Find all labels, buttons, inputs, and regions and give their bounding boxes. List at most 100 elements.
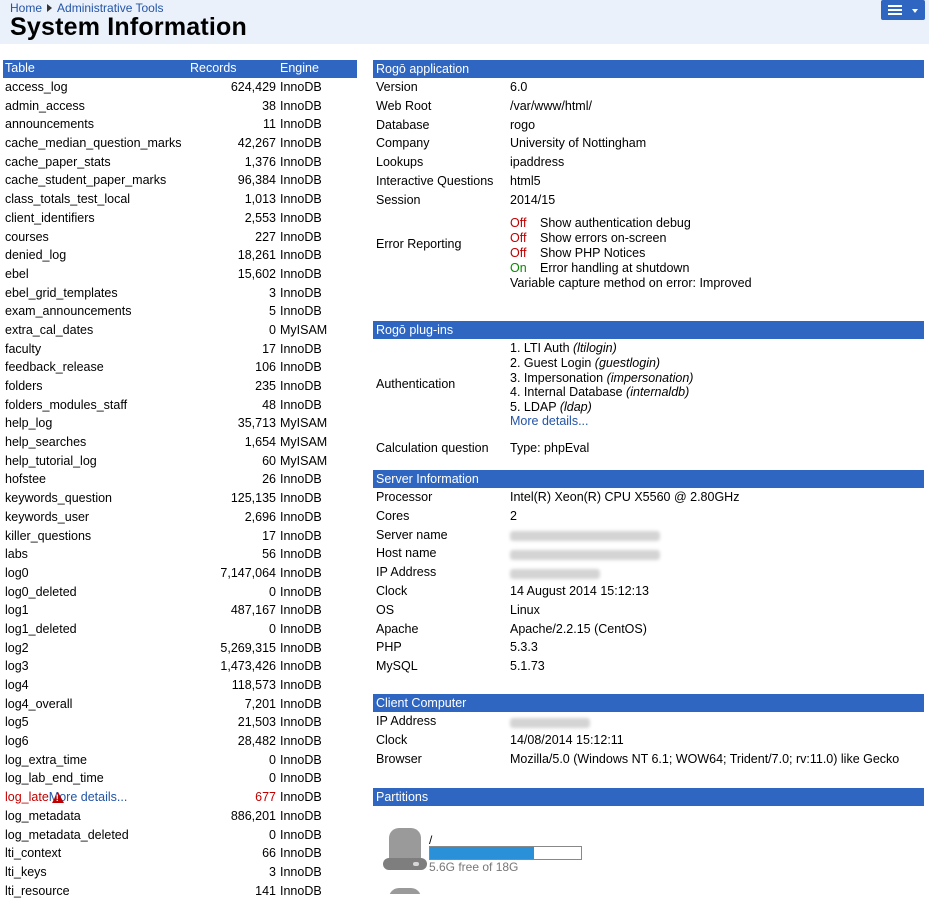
- table-row: keywords_user 2,696 InnoDB: [3, 508, 357, 527]
- rogo-application-heading: Rogō application: [373, 60, 924, 78]
- info-label: PHP: [376, 640, 402, 655]
- client-computer-section: Client Computer IP Address Clock 14/08/201…: [373, 694, 924, 768]
- info-row: MySQL 5.1.73: [373, 657, 924, 676]
- engine-name: InnoDB: [280, 565, 322, 580]
- breadcrumb-separator-icon: [47, 4, 53, 12]
- table-name: cache_median_question_marks: [5, 136, 182, 151]
- table-row: client_identifiers 2,553 InnoDB: [3, 209, 357, 228]
- table-name: keywords_user: [5, 509, 90, 524]
- partitions-section: Partitions /5.6G free of 18G/dev/shm: [373, 788, 924, 894]
- table-row: faculty 17 InnoDB: [3, 340, 357, 359]
- info-label: Company: [376, 136, 430, 151]
- error-setting-label: Show authentication debug: [540, 215, 691, 230]
- info-value: html5: [510, 173, 541, 188]
- info-value: [510, 546, 660, 561]
- table-row: courses 227 InnoDB: [3, 228, 357, 247]
- table-row: log_extra_time 0 InnoDB: [3, 751, 357, 770]
- partition-usage-bar: [429, 846, 582, 860]
- engine-name: InnoDB: [280, 864, 322, 879]
- engine-name: InnoDB: [280, 696, 322, 711]
- engine-name: InnoDB: [280, 790, 322, 805]
- record-count: 227: [255, 229, 276, 244]
- error-setting: Off Show authentication debug: [510, 216, 691, 231]
- record-count: 38: [262, 98, 276, 113]
- record-count: 0: [269, 584, 276, 599]
- engine-name: MyISAM: [280, 453, 328, 468]
- disk-icon: [383, 888, 427, 894]
- table-name: log4: [5, 678, 29, 692]
- engine-name: InnoDB: [280, 472, 322, 487]
- engine-name: InnoDB: [280, 846, 322, 861]
- record-count: 18,261: [237, 248, 276, 263]
- table-row: log1_deleted 0 InnoDB: [3, 620, 357, 639]
- info-value: /var/www/html/: [510, 98, 592, 113]
- main-menu-button[interactable]: [881, 0, 925, 20]
- records-column-header[interactable]: Records: [190, 61, 237, 75]
- record-count: 1,473,426: [220, 659, 276, 674]
- record-count: 235: [255, 379, 276, 393]
- client-computer-heading: Client Computer: [373, 694, 924, 712]
- info-value: Apache/2.2.15 (CentOS): [510, 621, 647, 636]
- table-name: ebel: [5, 266, 29, 281]
- info-label: Host name: [376, 546, 437, 561]
- info-row: Web Root/var/www/html/: [373, 97, 924, 116]
- error-setting: On Error handling at shutdown: [510, 261, 691, 276]
- partition-mount: /: [429, 833, 433, 847]
- record-count: 17: [262, 528, 276, 543]
- engine-name: InnoDB: [280, 603, 322, 618]
- engine-name: MyISAM: [280, 435, 328, 450]
- chevron-down-icon: [912, 9, 918, 13]
- info-value: [510, 714, 590, 728]
- engine-name: InnoDB: [280, 266, 322, 281]
- table-row: log1 487,167 InnoDB: [3, 601, 357, 620]
- disk-body: [389, 888, 421, 894]
- engine-name: InnoDB: [280, 734, 322, 749]
- engine-name: InnoDB: [280, 304, 322, 319]
- authentication-label: Authentication: [376, 377, 456, 391]
- table-name: hofstee: [5, 472, 47, 487]
- page-header: Home Administrative Tools System Informat…: [0, 0, 929, 44]
- table-row: exam_announcements 5 InnoDB: [3, 302, 357, 321]
- error-setting-label: Error handling at shutdown: [540, 260, 690, 275]
- table-row: ebel_grid_templates 3 InnoDB: [3, 284, 357, 303]
- table-row: help_searches 1,654 MyISAM: [3, 433, 357, 452]
- info-label: Apache: [376, 621, 419, 636]
- info-value: 2014/15: [510, 192, 556, 207]
- info-label: Processor: [376, 490, 433, 504]
- server-information-section: Server Information Processor Intel(R) Xeo…: [373, 470, 924, 676]
- info-value: Mozilla/5.0 (Windows NT 6.1; WOW64; Trid…: [510, 751, 900, 766]
- engine-name: InnoDB: [280, 154, 322, 169]
- table-name: folders_modules_staff: [5, 397, 128, 412]
- table-name: cache_paper_stats: [5, 154, 111, 169]
- auth-plugin-name: 1. LTI Auth: [510, 341, 574, 355]
- info-label: Server name: [376, 527, 448, 542]
- info-label: Session: [376, 192, 421, 207]
- table-name: log0_deleted: [5, 584, 77, 599]
- record-count: 56: [262, 547, 276, 562]
- table-name: faculty: [5, 341, 42, 356]
- table-row: log3 1,473,426 InnoDB: [3, 657, 357, 676]
- table-column-header[interactable]: Table: [5, 61, 35, 75]
- engine-name: InnoDB: [280, 808, 322, 823]
- hamburger-icon: [888, 5, 902, 17]
- info-label: IP Address: [376, 565, 437, 580]
- disk-base: [383, 858, 427, 870]
- table-name: log_lab_end_time: [5, 771, 104, 786]
- record-count: 7,201: [244, 696, 276, 711]
- redacted-value: [510, 531, 660, 542]
- redacted-value: [510, 568, 600, 579]
- table-row: lti_resource 141 InnoDB: [3, 882, 357, 900]
- table-name: announcements: [5, 117, 94, 132]
- plugins-more-details-link[interactable]: More details...: [510, 414, 589, 428]
- info-row: Host name: [373, 544, 924, 563]
- info-label: Clock: [376, 583, 408, 598]
- engine-column-header[interactable]: Engine: [280, 61, 319, 75]
- record-count: 106: [255, 360, 276, 375]
- table-row: killer_questions 17 InnoDB: [3, 527, 357, 546]
- table-row: log5 21,503 InnoDB: [3, 713, 357, 732]
- info-label: OS: [376, 602, 395, 617]
- info-value: 5.3.3: [510, 640, 538, 655]
- table-name: log0: [5, 565, 29, 580]
- table-name: log_metadata_deleted: [5, 827, 129, 842]
- table-name: ebel_grid_templates: [5, 285, 118, 300]
